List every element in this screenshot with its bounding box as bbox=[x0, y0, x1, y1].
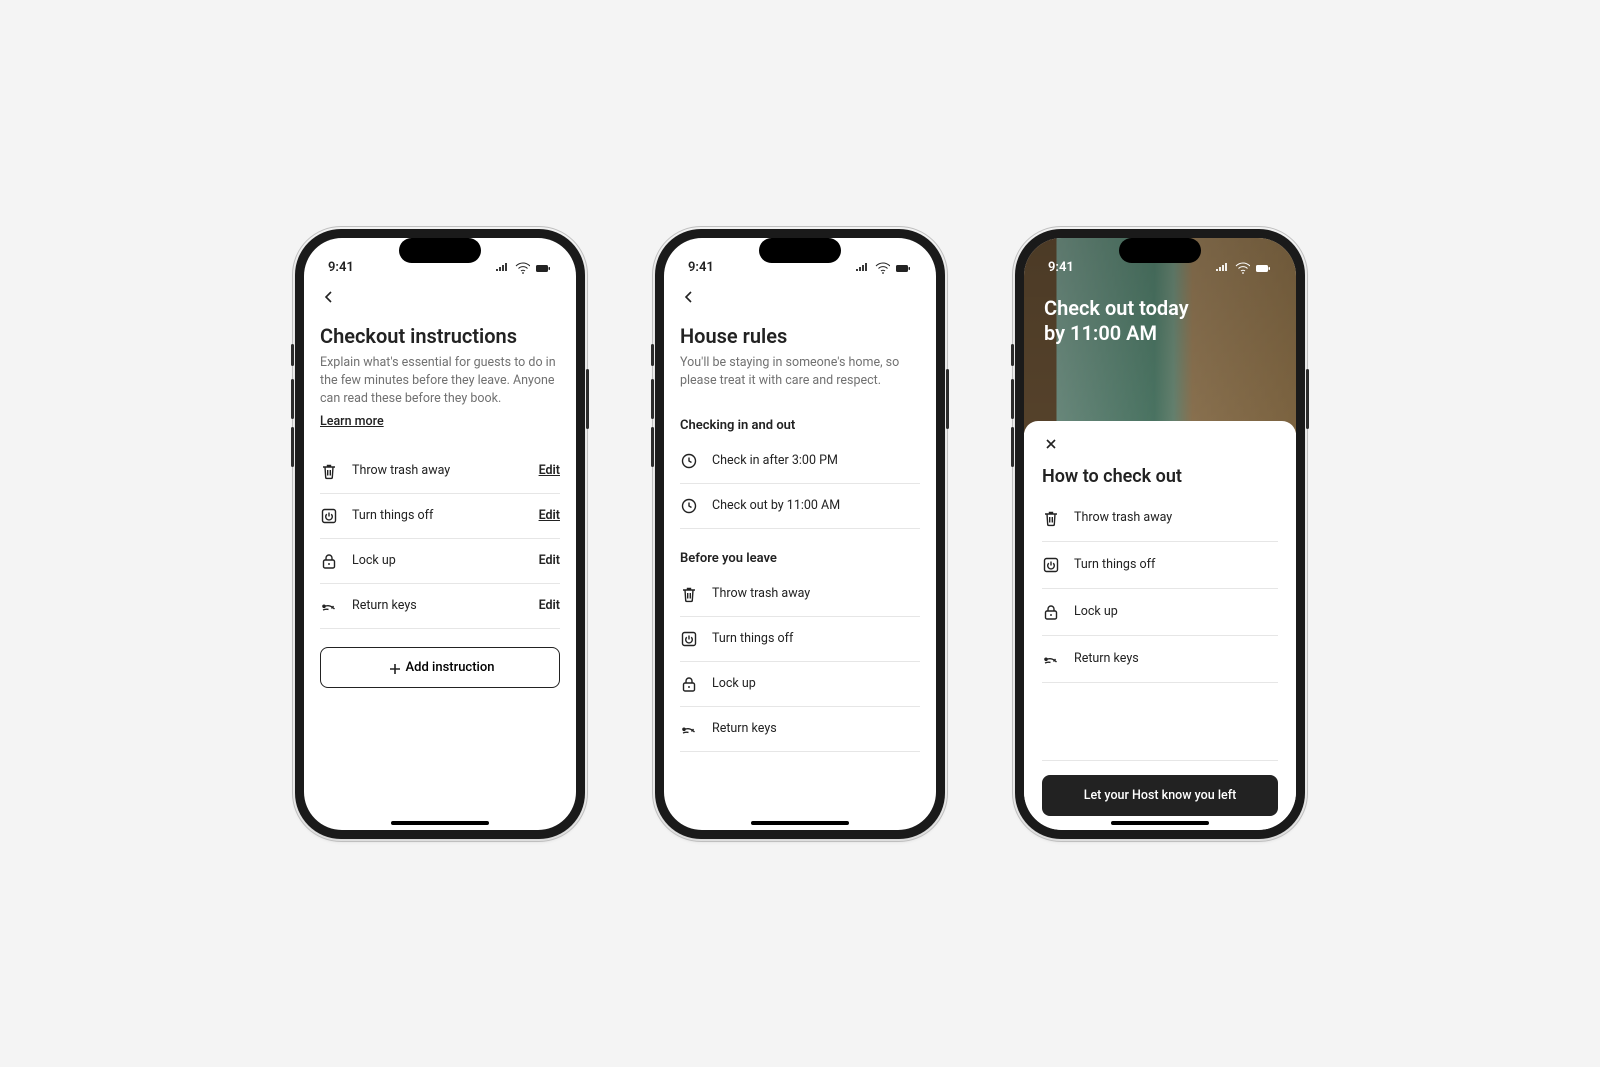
phone-checkout-sheet: 9:41 Check out today by 11:00 AM How to … bbox=[1015, 229, 1305, 839]
chevron-left-icon bbox=[320, 288, 336, 304]
chevron-left-icon bbox=[680, 288, 696, 304]
list-item-label: Return keys bbox=[712, 721, 920, 736]
phone-checkout-instructions: 9:41 Checkout instructions Explain what'… bbox=[295, 229, 585, 839]
notify-host-button[interactable]: Let your Host know you left bbox=[1042, 775, 1278, 816]
checkout-sheet: How to check out Throw trash away Turn th… bbox=[1024, 421, 1296, 830]
cellular-icon bbox=[854, 259, 870, 275]
clock-icon bbox=[680, 452, 698, 470]
battery-icon bbox=[534, 259, 552, 275]
edit-button[interactable]: Edit bbox=[539, 508, 560, 523]
edit-button[interactable]: Edit bbox=[539, 463, 560, 478]
list-item: Turn things off Edit bbox=[320, 494, 560, 539]
keys-icon bbox=[320, 597, 338, 615]
trash-icon bbox=[320, 462, 338, 480]
list-item: Lock up Edit bbox=[320, 539, 560, 584]
lock-icon bbox=[680, 675, 698, 693]
sheet-title: How to check out bbox=[1042, 466, 1278, 487]
list-item[interactable]: Throw trash away bbox=[680, 572, 920, 617]
list-item-label: Turn things off bbox=[352, 508, 525, 523]
back-button[interactable] bbox=[680, 278, 920, 314]
list-item-label: Turn things off bbox=[1074, 557, 1278, 572]
wifi-icon bbox=[874, 259, 890, 275]
section-before-leave-label: Before you leave bbox=[680, 551, 920, 566]
list-item-label: Check in after 3:00 PM bbox=[712, 453, 920, 468]
keys-icon bbox=[680, 720, 698, 738]
list-item: Throw trash away Edit bbox=[320, 449, 560, 494]
list-item[interactable]: Check in after 3:00 PM bbox=[680, 439, 920, 484]
list-item: Return keys Edit bbox=[320, 584, 560, 629]
wifi-icon bbox=[1234, 259, 1250, 275]
list-item[interactable]: Return keys bbox=[680, 707, 920, 752]
cellular-icon bbox=[494, 259, 510, 275]
back-button[interactable] bbox=[320, 278, 560, 314]
list-item-label: Lock up bbox=[712, 676, 920, 691]
page-title: Checkout instructions bbox=[320, 324, 560, 348]
page-title: House rules bbox=[680, 324, 920, 348]
list-item-label: Lock up bbox=[1074, 604, 1278, 619]
hero-title-line1: Check out today bbox=[1044, 296, 1276, 321]
status-time: 9:41 bbox=[1048, 260, 1074, 275]
add-instruction-label: Add instruction bbox=[406, 660, 495, 675]
trash-icon bbox=[680, 585, 698, 603]
battery-icon bbox=[894, 259, 912, 275]
page-subtitle: Explain what's essential for guests to d… bbox=[320, 354, 560, 408]
close-button[interactable] bbox=[1042, 435, 1278, 452]
list-item[interactable]: Turn things off bbox=[680, 617, 920, 662]
list-item[interactable]: Turn things off bbox=[1042, 542, 1278, 589]
plus-icon bbox=[386, 660, 400, 674]
power-icon bbox=[1042, 556, 1060, 574]
phone-house-rules: 9:41 House rules You'll be staying in so… bbox=[655, 229, 945, 839]
list-item-label: Throw trash away bbox=[712, 586, 920, 601]
edit-button[interactable]: Edit bbox=[539, 553, 560, 568]
learn-more-link[interactable]: Learn more bbox=[320, 414, 384, 429]
power-icon bbox=[680, 630, 698, 648]
list-item-label: Throw trash away bbox=[352, 463, 525, 478]
list-item[interactable]: Lock up bbox=[680, 662, 920, 707]
page-subtitle: You'll be staying in someone's home, so … bbox=[680, 354, 920, 390]
status-time: 9:41 bbox=[328, 260, 354, 275]
lock-icon bbox=[320, 552, 338, 570]
trash-icon bbox=[1042, 509, 1060, 527]
status-time: 9:41 bbox=[688, 260, 714, 275]
list-item-label: Check out by 11:00 AM bbox=[712, 498, 920, 513]
clock-icon bbox=[680, 497, 698, 515]
list-item-label: Throw trash away bbox=[1074, 510, 1278, 525]
battery-icon bbox=[1254, 259, 1272, 275]
hero-title-line2: by 11:00 AM bbox=[1044, 321, 1276, 346]
close-icon bbox=[1042, 435, 1056, 449]
keys-icon bbox=[1042, 650, 1060, 668]
list-item[interactable]: Throw trash away bbox=[1042, 495, 1278, 542]
list-item-label: Turn things off bbox=[712, 631, 920, 646]
list-item-label: Return keys bbox=[1074, 651, 1278, 666]
list-item-label: Lock up bbox=[352, 553, 525, 568]
list-item-label: Return keys bbox=[352, 598, 525, 613]
edit-button[interactable]: Edit bbox=[539, 598, 560, 613]
add-instruction-button[interactable]: Add instruction bbox=[320, 647, 560, 688]
cellular-icon bbox=[1214, 259, 1230, 275]
wifi-icon bbox=[514, 259, 530, 275]
list-item[interactable]: Lock up bbox=[1042, 589, 1278, 636]
list-item[interactable]: Check out by 11:00 AM bbox=[680, 484, 920, 529]
list-item[interactable]: Return keys bbox=[1042, 636, 1278, 683]
power-icon bbox=[320, 507, 338, 525]
lock-icon bbox=[1042, 603, 1060, 621]
section-checking-label: Checking in and out bbox=[680, 418, 920, 433]
